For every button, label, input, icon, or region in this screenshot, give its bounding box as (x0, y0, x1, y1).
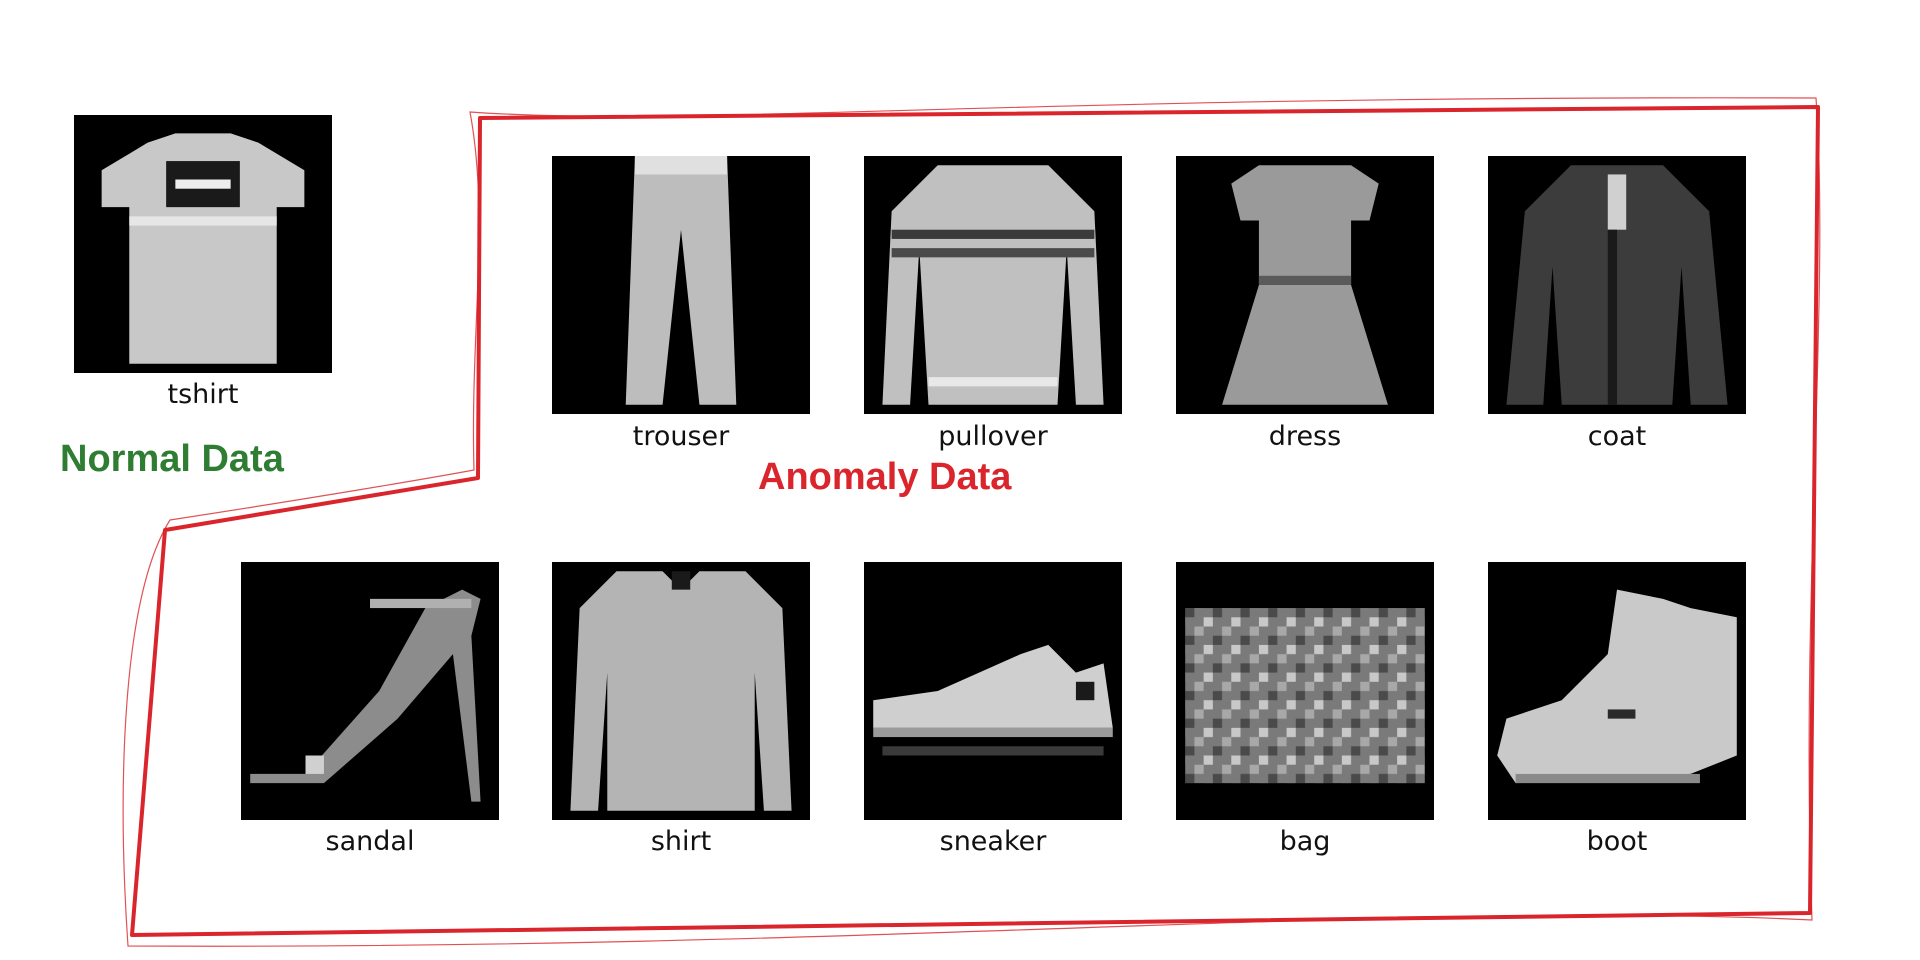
sneaker-caption: sneaker (939, 826, 1047, 857)
bag-caption: bag (1279, 826, 1331, 857)
boot-image (1488, 562, 1746, 820)
shirt-caption: shirt (650, 826, 712, 857)
bag-image (1176, 562, 1434, 820)
dress-image (1176, 156, 1434, 414)
tshirt-caption: tshirt (167, 379, 239, 410)
shirt-icon (552, 562, 810, 820)
pullover-image (864, 156, 1122, 414)
tshirt-icon (74, 115, 332, 373)
pullover-icon (864, 156, 1122, 414)
trouser-image (552, 156, 810, 414)
coat-image (1488, 156, 1746, 414)
sneaker-image (864, 562, 1122, 820)
dress-icon (1176, 156, 1434, 414)
dress-caption: dress (1268, 421, 1342, 452)
sandal-icon (241, 562, 499, 820)
coat-caption: coat (1587, 421, 1647, 452)
anomaly-data-label: Anomaly Data (758, 456, 1012, 498)
tshirt-image (74, 115, 332, 373)
shirt-image (552, 562, 810, 820)
sandal-caption: sandal (325, 826, 415, 857)
bag-icon (1176, 562, 1434, 820)
trouser-icon (552, 156, 810, 414)
normal-data-label: Normal Data (60, 438, 284, 480)
sneaker-icon (864, 562, 1122, 820)
sandal-image (241, 562, 499, 820)
coat-icon (1488, 156, 1746, 414)
trouser-caption: trouser (632, 421, 730, 452)
boot-caption: boot (1586, 826, 1648, 857)
pullover-caption: pullover (938, 421, 1048, 452)
boot-icon (1488, 562, 1746, 820)
